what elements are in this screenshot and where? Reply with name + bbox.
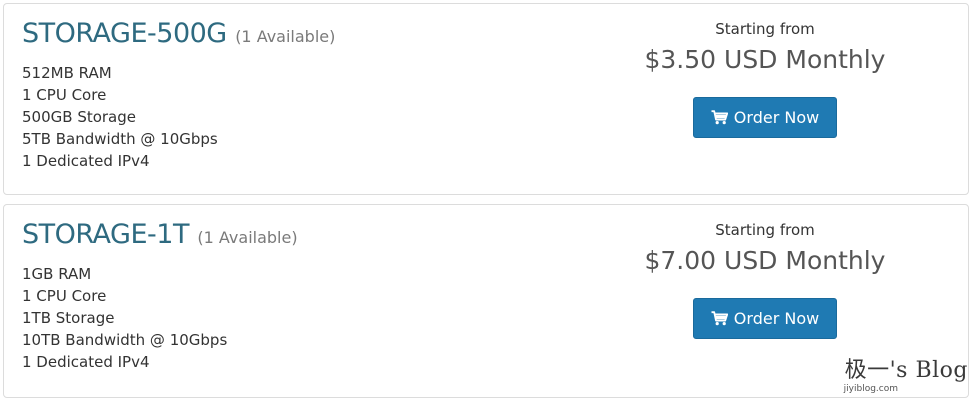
feature-item: 1 Dedicated IPv4 (22, 353, 150, 371)
watermark: 极一's Blog jiyiblog.com (844, 352, 968, 394)
product-title: STORAGE-1T (22, 219, 189, 250)
order-now-label: Order Now (733, 108, 820, 127)
availability-label: (1 Available) (235, 27, 336, 46)
product-card-storage-1t: STORAGE-1T (1 Available) 1GB RAM 1 CPU C… (3, 204, 969, 398)
product-title: STORAGE-500G (22, 18, 227, 49)
price-label: $3.50 USD Monthly (644, 45, 886, 74)
starting-from-label: Starting from (715, 20, 815, 38)
feature-item: 10TB Bandwidth @ 10Gbps (22, 331, 228, 349)
feature-item: 512MB RAM (22, 64, 112, 82)
feature-list: 512MB RAM 1 CPU Core 500GB Storage 5TB B… (22, 62, 218, 172)
product-card-storage-500g: STORAGE-500G (1 Available) 512MB RAM 1 C… (3, 3, 969, 195)
feature-item: 1TB Storage (22, 309, 115, 327)
availability-label: (1 Available) (197, 228, 298, 247)
feature-item: 5TB Bandwidth @ 10Gbps (22, 130, 218, 148)
pricing-block: Starting from $7.00 USD Monthly Order No… (610, 219, 920, 339)
shopping-cart-icon (711, 110, 728, 125)
starting-from-label: Starting from (715, 221, 815, 239)
feature-item: 1GB RAM (22, 265, 92, 283)
order-now-button[interactable]: Order Now (693, 97, 837, 138)
product-header: STORAGE-500G (1 Available) (22, 18, 335, 49)
order-now-label: Order Now (733, 309, 820, 328)
shopping-cart-icon (711, 311, 728, 326)
feature-item: 1 CPU Core (22, 287, 107, 305)
watermark-url: jiyiblog.com (843, 384, 898, 394)
pricing-block: Starting from $3.50 USD Monthly Order No… (610, 18, 920, 138)
feature-item: 1 CPU Core (22, 86, 107, 104)
product-header: STORAGE-1T (1 Available) (22, 219, 298, 250)
feature-list: 1GB RAM 1 CPU Core 1TB Storage 10TB Band… (22, 263, 227, 373)
watermark-title: 极一's Blog (844, 358, 968, 383)
feature-item: 1 Dedicated IPv4 (22, 152, 150, 170)
order-now-button[interactable]: Order Now (693, 298, 837, 339)
price-label: $7.00 USD Monthly (644, 246, 886, 275)
feature-item: 500GB Storage (22, 108, 137, 126)
